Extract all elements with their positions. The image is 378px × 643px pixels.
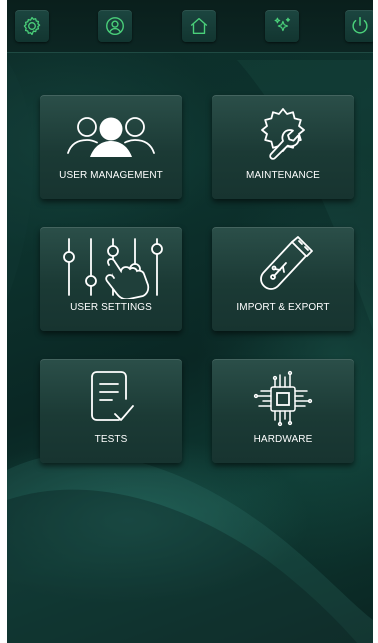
import-export-tile[interactable]: IMPORT & EXPORT xyxy=(212,227,354,331)
users-group-icon xyxy=(67,117,155,157)
effects-button[interactable] xyxy=(265,10,299,42)
wrench-gear-icon xyxy=(261,108,305,160)
tests-label: TESTS xyxy=(94,434,128,445)
power-icon xyxy=(352,17,368,34)
gear-icon xyxy=(23,16,41,36)
sliders-hand-icon xyxy=(63,238,163,299)
user-settings-tile[interactable]: USER SETTINGS xyxy=(40,227,182,331)
usb-drive-icon xyxy=(260,236,313,290)
profile-button[interactable] xyxy=(98,10,132,42)
maintenance-tile[interactable]: MAINTENANCE xyxy=(212,95,354,199)
hardware-tile[interactable]: HARDWARE xyxy=(212,359,354,463)
app-screen: USER MANAGEMENT MAINTENANCE USER SETTING… xyxy=(7,0,373,643)
user-management-tile[interactable]: USER MANAGEMENT xyxy=(40,95,182,199)
checklist-icon xyxy=(91,371,134,421)
user-management-label: USER MANAGEMENT xyxy=(59,170,163,181)
user-circle-icon xyxy=(106,17,124,35)
hardware-label: HARDWARE xyxy=(253,434,313,445)
chip-icon xyxy=(253,370,313,427)
tests-tile[interactable]: TESTS xyxy=(40,359,182,463)
import-export-label: IMPORT & EXPORT xyxy=(236,302,330,313)
user-settings-label: USER SETTINGS xyxy=(70,302,152,313)
home-icon xyxy=(190,17,208,35)
maintenance-label: MAINTENANCE xyxy=(246,170,320,181)
sparkle-icon xyxy=(274,17,291,32)
top-bar xyxy=(7,0,373,53)
settings-button[interactable] xyxy=(15,10,49,42)
home-button[interactable] xyxy=(182,10,216,42)
power-button[interactable] xyxy=(345,10,373,42)
